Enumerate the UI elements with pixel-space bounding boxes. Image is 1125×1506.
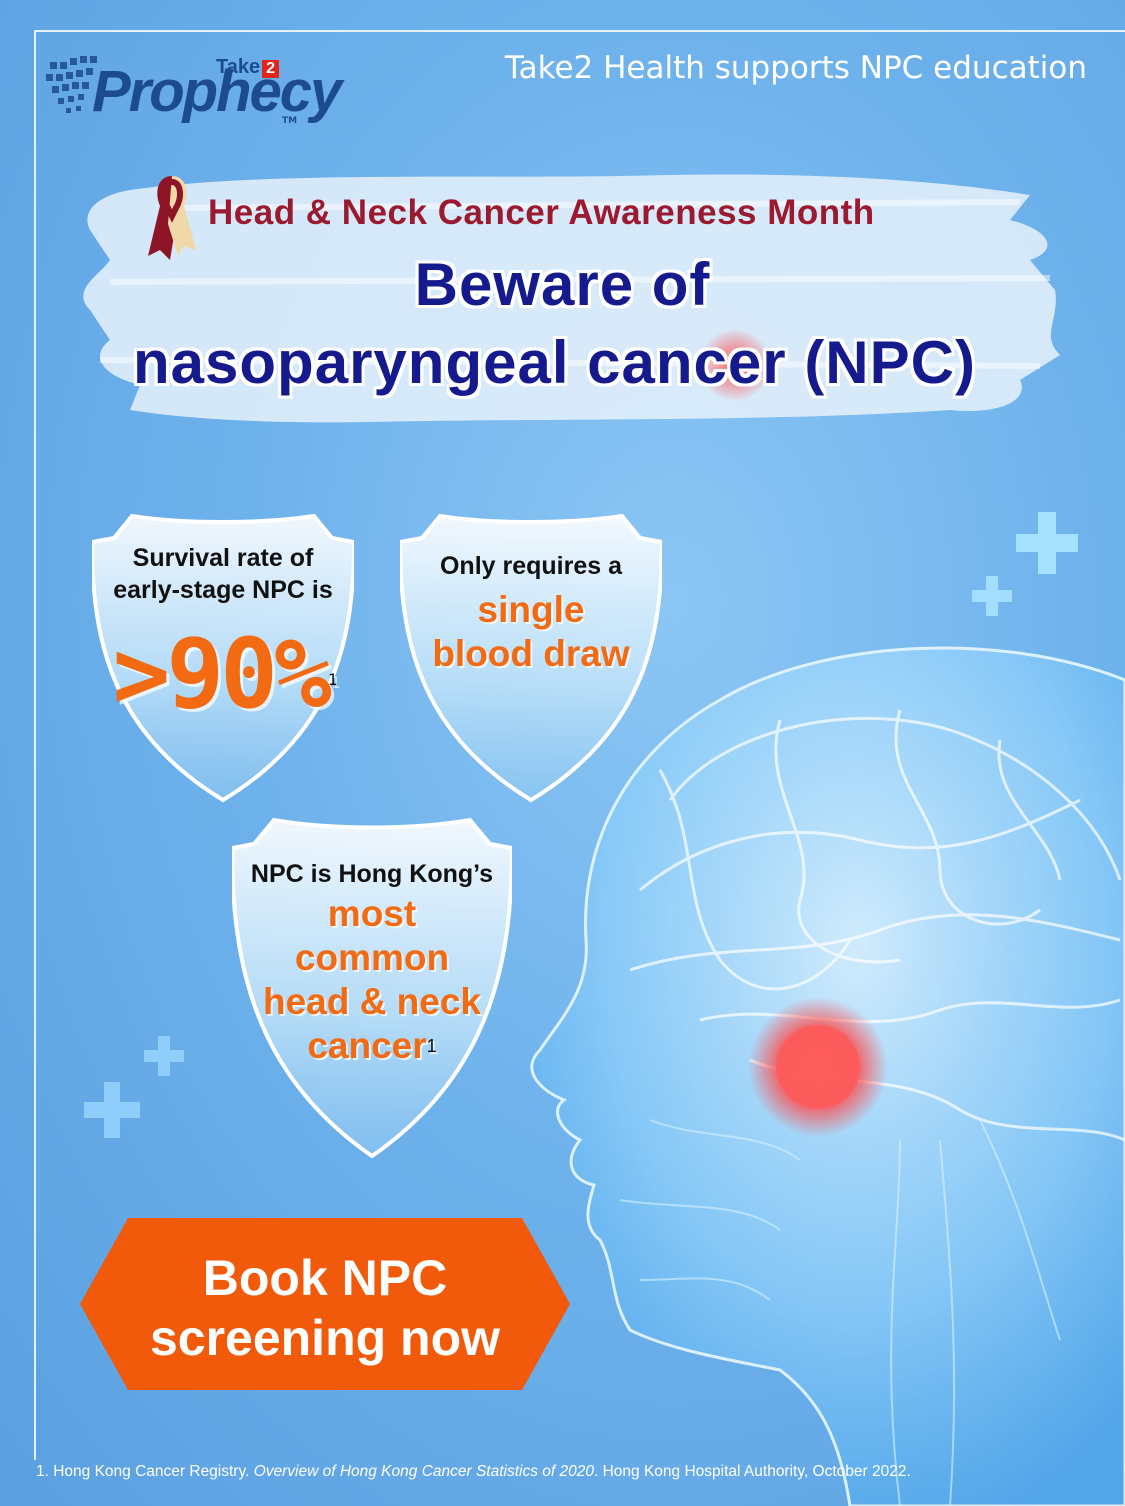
blood-highlight-1: single bbox=[477, 589, 585, 630]
survival-line-2: early-stage NPC is bbox=[113, 576, 333, 604]
plus-icon-left-large bbox=[84, 1082, 140, 1138]
footnote-prefix: 1. Hong Kong Cancer Registry. bbox=[36, 1463, 254, 1480]
common-highlight-4: cancer1 bbox=[232, 1024, 512, 1068]
footnote-title: Overview of Hong Kong Cancer Statistics … bbox=[253, 1463, 594, 1480]
cta-label: Book NPC screening now bbox=[80, 1248, 570, 1368]
shield-most-common: NPC is Hong Kong’s most common head & ne… bbox=[232, 796, 512, 1160]
frame-line-left bbox=[34, 30, 36, 1460]
headline-line-1: Beware of bbox=[414, 251, 711, 318]
common-highlight-3: head & neck bbox=[263, 981, 481, 1022]
footnote-reference: 1. Hong Kong Cancer Registry. Overview o… bbox=[36, 1463, 911, 1481]
logo-take-label: Take 2 bbox=[216, 56, 280, 79]
logo-take-text: Take bbox=[216, 56, 261, 78]
plus-icon-small bbox=[972, 576, 1012, 616]
plus-icon-left-small bbox=[144, 1036, 184, 1076]
book-screening-button[interactable]: Book NPC screening now bbox=[80, 1218, 570, 1390]
survival-line-1: Survival rate of bbox=[132, 544, 314, 572]
logo-two-badge: 2 bbox=[262, 60, 280, 78]
common-ref: 1 bbox=[426, 1036, 437, 1056]
common-highlight-4-text: cancer bbox=[307, 1025, 427, 1066]
common-highlight-2: common bbox=[294, 937, 450, 978]
headline-line-2: nasoparyngeal cancer (NPC) bbox=[133, 329, 976, 396]
survival-value: >90%1 bbox=[92, 626, 354, 722]
frame-line-top bbox=[34, 30, 1125, 32]
awareness-month-heading: Head & Neck Cancer Awareness Month bbox=[208, 193, 875, 232]
common-highlight-1: most bbox=[327, 893, 417, 934]
tagline: Take2 Health supports NPC education bbox=[504, 50, 1087, 86]
prophecy-logo[interactable]: Prophecy Take 2 TM bbox=[46, 52, 342, 130]
awareness-ribbon-icon bbox=[148, 176, 196, 260]
survival-ref: 1 bbox=[327, 670, 337, 689]
blood-line-1: Only requires a bbox=[439, 552, 623, 580]
blood-highlight-2: blood draw bbox=[432, 633, 630, 674]
cta-line-1: Book NPC bbox=[202, 1250, 448, 1306]
shield-survival-rate: Survival rate of early-stage NPC is >90%… bbox=[92, 494, 354, 804]
shield-blood-draw: Only requires a single blood draw bbox=[400, 494, 662, 804]
plus-icon-large bbox=[1016, 512, 1078, 574]
cta-line-2: screening now bbox=[149, 1310, 501, 1366]
footnote-suffix: . Hong Kong Hospital Authority, October … bbox=[594, 1463, 911, 1480]
common-line-1: NPC is Hong Kong’s bbox=[250, 860, 494, 888]
logo-trademark: TM bbox=[282, 116, 298, 126]
survival-value-text: >90% bbox=[112, 618, 332, 730]
